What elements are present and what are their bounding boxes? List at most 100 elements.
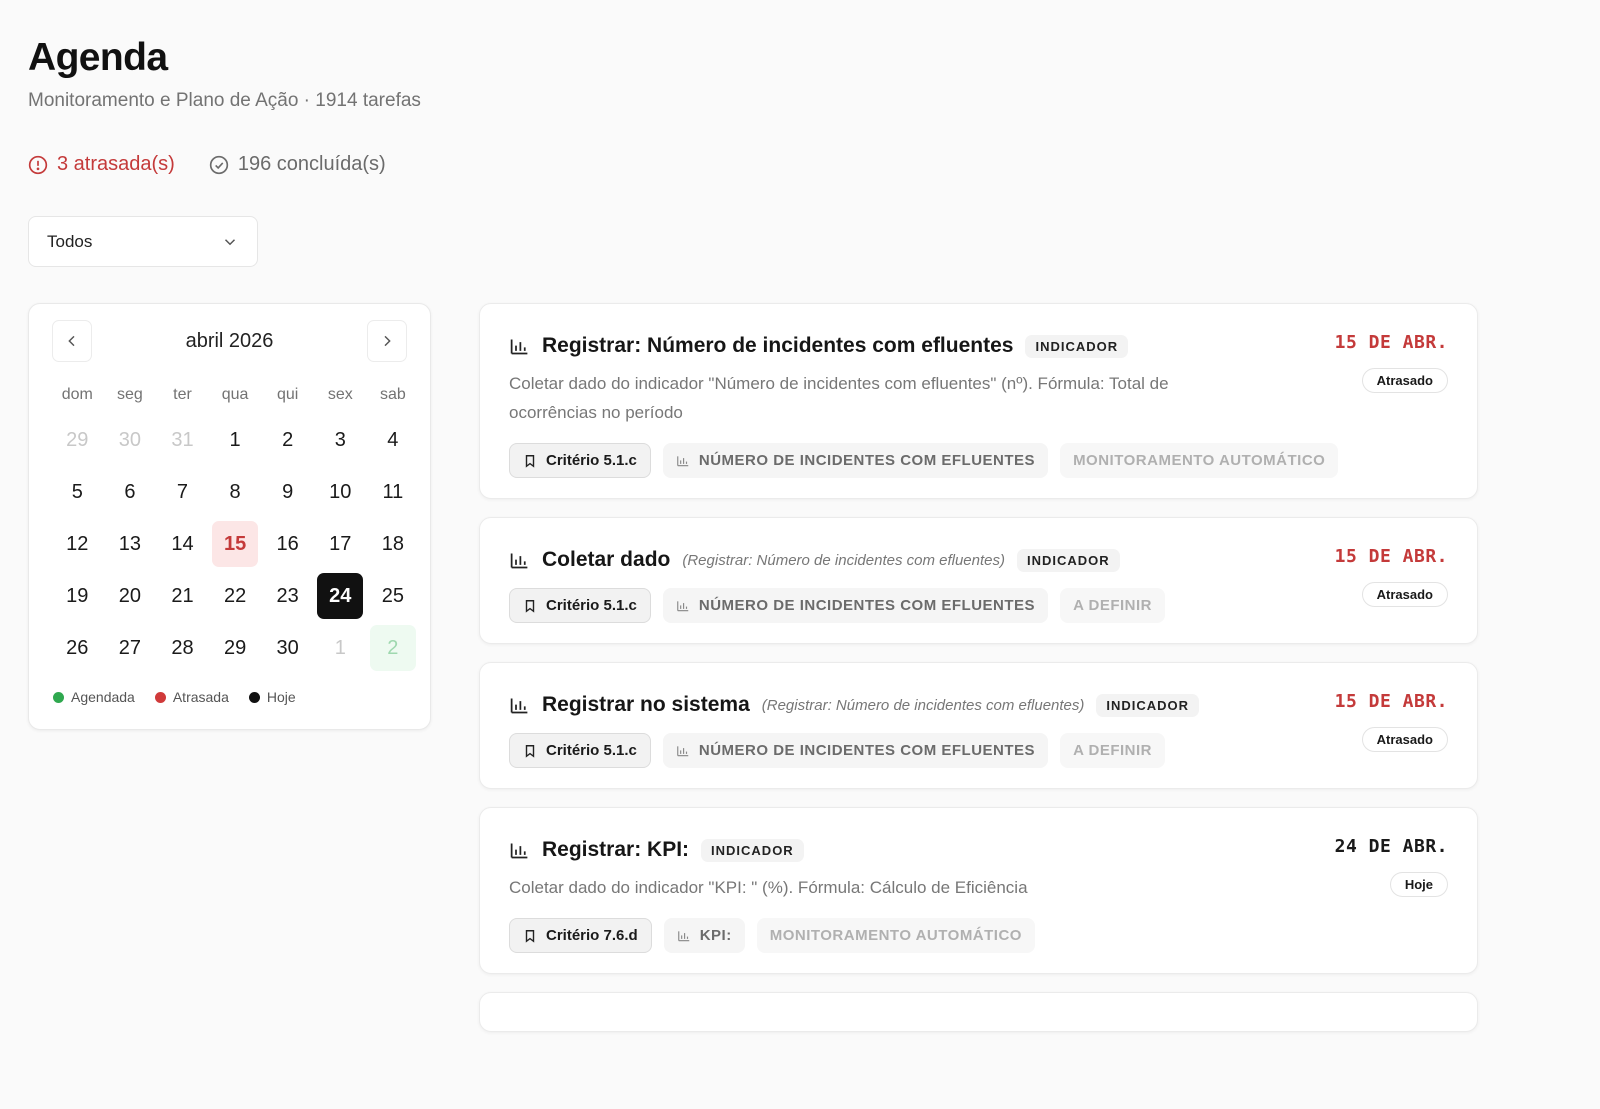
calendar-day[interactable]: 2 bbox=[261, 414, 314, 466]
calendar-day-number: 20 bbox=[118, 584, 142, 607]
criterion-chip[interactable]: Critério 7.6.d bbox=[509, 918, 652, 953]
bar-chart-icon bbox=[676, 454, 690, 468]
legend-label: Atrasada bbox=[172, 689, 229, 705]
calendar-day[interactable]: 30 bbox=[104, 414, 157, 466]
bar-chart-icon bbox=[676, 744, 690, 758]
monitoring-mode-chip: MONITORAMENTO AUTOMÁTICO bbox=[756, 918, 1035, 953]
task-header: Registrar no sistema (Registrar: Número d… bbox=[509, 693, 1449, 717]
calendar-day-number: 1 bbox=[334, 636, 346, 659]
calendar-day[interactable]: 20 bbox=[104, 570, 157, 622]
calendar-day-number: 26 bbox=[66, 636, 89, 659]
task-card[interactable] bbox=[479, 992, 1478, 1032]
check-circle-icon bbox=[209, 155, 229, 174]
calendar-day[interactable]: 29 bbox=[209, 622, 262, 674]
weekday-label: seg bbox=[116, 386, 143, 403]
indicator-chip[interactable]: NÚMERO DE INCIDENTES COM EFLUENTES bbox=[662, 733, 1049, 768]
calendar-day[interactable]: 1 bbox=[209, 414, 262, 466]
calendar-day[interactable]: 12 bbox=[51, 518, 104, 570]
calendar-day[interactable]: 24 bbox=[314, 570, 367, 622]
task-status-badge: Atrasado bbox=[1361, 368, 1448, 393]
bookmark-icon bbox=[523, 454, 537, 468]
legend-label: Agendada bbox=[71, 689, 135, 705]
completed-count-label: 196 concluída(s) bbox=[237, 153, 386, 175]
calendar-day[interactable]: 18 bbox=[367, 518, 420, 570]
calendar-legend: Agendada Atrasada Hoje bbox=[53, 689, 296, 705]
calendar-day[interactable]: 11 bbox=[367, 466, 420, 518]
weekday-label: dom bbox=[61, 386, 93, 403]
criterion-chip[interactable]: Critério 5.1.c bbox=[509, 443, 651, 478]
task-title[interactable]: Registrar: KPI: bbox=[542, 838, 689, 862]
calendar-day[interactable]: 29 bbox=[51, 414, 104, 466]
criterion-chip-label: Critério 5.1.c bbox=[546, 452, 637, 469]
next-month-button[interactable] bbox=[367, 320, 407, 362]
task-card[interactable]: Registrar no sistema (Registrar: Número d… bbox=[479, 662, 1478, 789]
filter-selected-value: Todos bbox=[47, 231, 93, 251]
calendar-day[interactable]: 22 bbox=[209, 570, 262, 622]
calendar-day[interactable]: 1 bbox=[314, 622, 367, 674]
weekday-label: qui bbox=[276, 386, 299, 403]
calendar-day[interactable]: 26 bbox=[51, 622, 104, 674]
calendar-day[interactable]: 6 bbox=[104, 466, 157, 518]
task-title[interactable]: Registrar no sistema bbox=[542, 693, 750, 717]
indicator-chip[interactable]: KPI: bbox=[663, 918, 745, 953]
task-tags: Critério 7.6.d KPI: MONITORAMENTO AUTOMÁTI… bbox=[509, 918, 1449, 953]
calendar-day[interactable]: 17 bbox=[314, 518, 367, 570]
calendar-day[interactable]: 8 bbox=[209, 466, 262, 518]
task-card[interactable]: Coletar dado (Registrar: Número de incide… bbox=[479, 517, 1478, 644]
calendar-day[interactable]: 25 bbox=[367, 570, 420, 622]
task-list: Registrar: Número de incidentes com eflu… bbox=[479, 303, 1478, 1032]
chevron-right-icon bbox=[384, 335, 391, 347]
calendar-day[interactable]: 10 bbox=[314, 466, 367, 518]
task-parent-label: (Registrar: Número de incidentes com efl… bbox=[682, 551, 1005, 569]
indicator-chip[interactable]: NÚMERO DE INCIDENTES COM EFLUENTES bbox=[662, 588, 1049, 623]
calendar-day[interactable]: 27 bbox=[104, 622, 157, 674]
task-card[interactable]: Registrar: KPI: INDICADOR Coletar dado do … bbox=[479, 807, 1478, 974]
calendar-day-number: 2 bbox=[282, 428, 294, 451]
calendar-day[interactable]: 21 bbox=[156, 570, 209, 622]
calendar-day[interactable]: 30 bbox=[261, 622, 314, 674]
calendar-day[interactable]: 19 bbox=[51, 570, 104, 622]
page-title: Agenda bbox=[28, 36, 168, 79]
calendar-day[interactable]: 3 bbox=[314, 414, 367, 466]
task-title[interactable]: Coletar dado bbox=[542, 548, 670, 572]
filter-select[interactable]: Todos bbox=[28, 216, 258, 267]
completed-count[interactable]: 196 concluída(s) bbox=[209, 153, 386, 176]
calendar-day-number: 10 bbox=[329, 480, 352, 503]
task-card[interactable]: Registrar: Número de incidentes com eflu… bbox=[479, 303, 1478, 499]
calendar-day[interactable]: 15 bbox=[209, 518, 262, 570]
calendar-day[interactable]: 16 bbox=[261, 518, 314, 570]
calendar-day-number: 9 bbox=[282, 480, 294, 503]
criterion-chip[interactable]: Critério 5.1.c bbox=[509, 588, 651, 623]
criterion-chip[interactable]: Critério 5.1.c bbox=[509, 733, 651, 768]
calendar-day[interactable]: 23 bbox=[261, 570, 314, 622]
task-header: Registrar: KPI: INDICADOR bbox=[509, 838, 1449, 862]
task-tags: Critério 5.1.c NÚMERO DE INCIDENTES COM E… bbox=[509, 588, 1449, 623]
calendar-day[interactable]: 13 bbox=[104, 518, 157, 570]
calendar-day[interactable]: 14 bbox=[156, 518, 209, 570]
chevron-down-icon bbox=[224, 238, 236, 245]
calendar-day[interactable]: 7 bbox=[156, 466, 209, 518]
calendar-day[interactable]: 9 bbox=[261, 466, 314, 518]
calendar-day-number: 3 bbox=[334, 428, 346, 451]
calendar-day-number: 6 bbox=[124, 480, 136, 503]
calendar-day[interactable]: 31 bbox=[156, 414, 209, 466]
alert-circle-icon bbox=[28, 155, 48, 174]
calendar-day[interactable]: 28 bbox=[156, 622, 209, 674]
calendar-day[interactable]: 2 bbox=[367, 622, 420, 674]
task-due-date: 15 DE ABR. bbox=[1334, 691, 1448, 712]
weekday-label: sab bbox=[379, 386, 406, 403]
overdue-count[interactable]: 3 atrasada(s) bbox=[28, 153, 175, 176]
calendar-day-number: 28 bbox=[171, 636, 194, 659]
indicator-chip[interactable]: NÚMERO DE INCIDENTES COM EFLUENTES bbox=[662, 443, 1049, 478]
bar-chart-icon bbox=[509, 840, 530, 861]
calendar-day[interactable]: 5 bbox=[51, 466, 104, 518]
criterion-chip-label: Critério 5.1.c bbox=[546, 597, 637, 614]
calendar-day-number: 22 bbox=[223, 584, 247, 607]
task-due-date: 15 DE ABR. bbox=[1334, 546, 1448, 567]
calendar-day-number: 4 bbox=[387, 428, 399, 451]
calendar-day[interactable]: 4 bbox=[367, 414, 420, 466]
calendar-day-number: 17 bbox=[329, 532, 352, 555]
monitoring-mode-chip: A DEFINIR bbox=[1060, 733, 1166, 768]
calendar-day-number: 15 bbox=[212, 521, 259, 567]
task-title[interactable]: Registrar: Número de incidentes com eflu… bbox=[542, 334, 1013, 358]
